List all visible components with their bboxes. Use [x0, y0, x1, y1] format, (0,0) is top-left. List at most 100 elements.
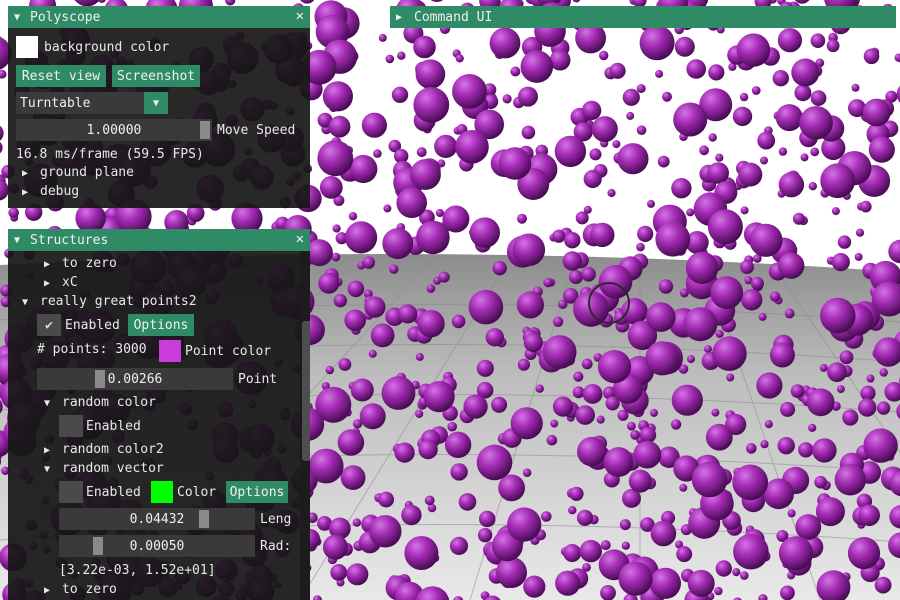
to-zero-node[interactable]: ▶ to zero — [44, 582, 117, 597]
random-color-label: random color — [62, 395, 156, 410]
point-sphere — [676, 546, 693, 563]
point-sphere — [707, 162, 729, 184]
point-sphere — [726, 373, 735, 382]
options-button[interactable]: Options — [128, 314, 194, 336]
to-zero-node[interactable]: ▶ to zero — [44, 256, 117, 271]
point-sphere — [581, 358, 593, 370]
point-sphere — [520, 50, 554, 83]
point-sphere — [410, 159, 441, 190]
point-sphere — [795, 514, 822, 540]
point-sphere — [382, 228, 414, 260]
point-sphere — [368, 349, 377, 358]
point-sphere — [650, 408, 658, 417]
point-sphere — [780, 585, 795, 600]
point-sphere — [325, 365, 334, 375]
point-sphere — [714, 586, 723, 596]
view-mode-dropdown[interactable]: Turntable ▼ — [16, 92, 168, 114]
point-sphere — [350, 378, 374, 402]
point-sphere — [418, 439, 438, 460]
point-sphere — [322, 81, 353, 112]
to-zero-label: to zero — [62, 582, 117, 597]
structures-titlebar[interactable]: ▼ Structures ✕ — [8, 229, 310, 251]
point-sphere — [455, 130, 489, 164]
collapsed-arrow-icon: ▶ — [22, 168, 29, 179]
point-sphere — [633, 440, 662, 469]
point-color-swatch[interactable] — [159, 340, 181, 362]
point-cloud-node[interactable]: ▼ really great points2 — [22, 294, 197, 309]
point-sphere — [510, 407, 543, 440]
point-sphere — [333, 293, 347, 308]
command-ui-header[interactable]: ▶ Command UI — [390, 6, 896, 28]
point-sphere — [647, 199, 655, 208]
point-sphere — [318, 272, 340, 294]
point-sphere — [573, 371, 584, 382]
scrollbar-thumb[interactable] — [302, 321, 310, 461]
scrollbar[interactable] — [300, 251, 310, 600]
random-color-checkbox[interactable] — [59, 415, 83, 437]
point-sphere — [535, 384, 544, 393]
point-sphere — [369, 515, 402, 548]
slider-grab[interactable] — [93, 537, 103, 555]
point-sphere — [391, 86, 409, 104]
collapsed-arrow-icon: ▶ — [44, 585, 51, 596]
point-sphere — [732, 106, 753, 127]
random-color-node[interactable]: ▼ random color — [44, 395, 156, 410]
slider-grab[interactable] — [200, 121, 210, 139]
polyscope-titlebar[interactable]: ▼ Polyscope ✕ — [8, 6, 310, 28]
vector-options-button[interactable]: Options — [226, 481, 288, 503]
chevron-down-icon[interactable]: ▼ — [144, 92, 168, 114]
screenshot-button[interactable]: Screenshot — [112, 65, 200, 87]
random-vector-checkbox[interactable] — [59, 481, 83, 503]
enabled-checkbox[interactable]: ✔ — [37, 314, 61, 336]
xc-label: xC — [62, 275, 78, 290]
point-sphere — [337, 429, 365, 456]
reset-view-button[interactable]: Reset view — [16, 65, 106, 87]
random-color2-node[interactable]: ▶ random color2 — [44, 442, 164, 457]
vector-color-swatch[interactable] — [151, 481, 173, 503]
point-radius-slider[interactable]: 0.00266 — [37, 368, 233, 390]
point-sphere — [496, 557, 527, 588]
debug-node[interactable]: ▶ debug — [22, 184, 79, 199]
point-sphere — [328, 115, 351, 138]
point-sphere — [760, 156, 768, 165]
background-color-swatch[interactable] — [16, 36, 38, 58]
point-sphere — [657, 155, 670, 168]
point-sphere — [687, 355, 695, 364]
close-icon[interactable]: ✕ — [296, 232, 304, 246]
ground-plane-node[interactable]: ▶ ground plane — [22, 165, 134, 180]
point-sphere — [662, 91, 672, 102]
point-sphere — [576, 509, 594, 526]
point-sphere — [740, 260, 754, 274]
point-sphere — [757, 131, 776, 150]
point-sphere — [736, 33, 771, 67]
point-sphere — [775, 104, 803, 132]
vector-radius-slider[interactable]: 0.00050 — [59, 535, 255, 557]
slider-grab[interactable] — [95, 370, 105, 388]
point-sphere — [863, 428, 898, 463]
close-icon[interactable]: ✕ — [296, 9, 304, 23]
point-sphere — [569, 486, 584, 501]
point-sphere — [546, 434, 558, 446]
point-sphere — [778, 536, 814, 571]
point-sphere — [426, 284, 436, 293]
xc-node[interactable]: ▶ xC — [44, 275, 78, 290]
random-color2-label: random color2 — [62, 442, 164, 457]
collapse-arrow-icon[interactable]: ▼ — [14, 12, 24, 23]
collapsed-arrow-icon: ▶ — [44, 259, 51, 270]
point-sphere — [352, 518, 361, 527]
point-sphere — [479, 510, 496, 528]
collapse-arrow-icon[interactable]: ▼ — [14, 235, 24, 246]
vector-length-slider[interactable]: 0.04432 — [59, 508, 255, 530]
point-sphere — [670, 419, 682, 430]
point-sphere — [590, 222, 615, 248]
slider-grab[interactable] — [199, 510, 209, 528]
point-sphere — [851, 83, 860, 92]
point-sphere — [705, 423, 733, 451]
point-sphere — [810, 90, 827, 106]
point-sphere — [777, 28, 803, 53]
move-speed-slider[interactable]: 1.00000 — [16, 119, 212, 141]
point-sphere — [404, 536, 439, 570]
point-sphere — [715, 560, 732, 577]
random-vector-node[interactable]: ▼ random vector — [44, 461, 164, 476]
point-sphere — [778, 172, 805, 198]
